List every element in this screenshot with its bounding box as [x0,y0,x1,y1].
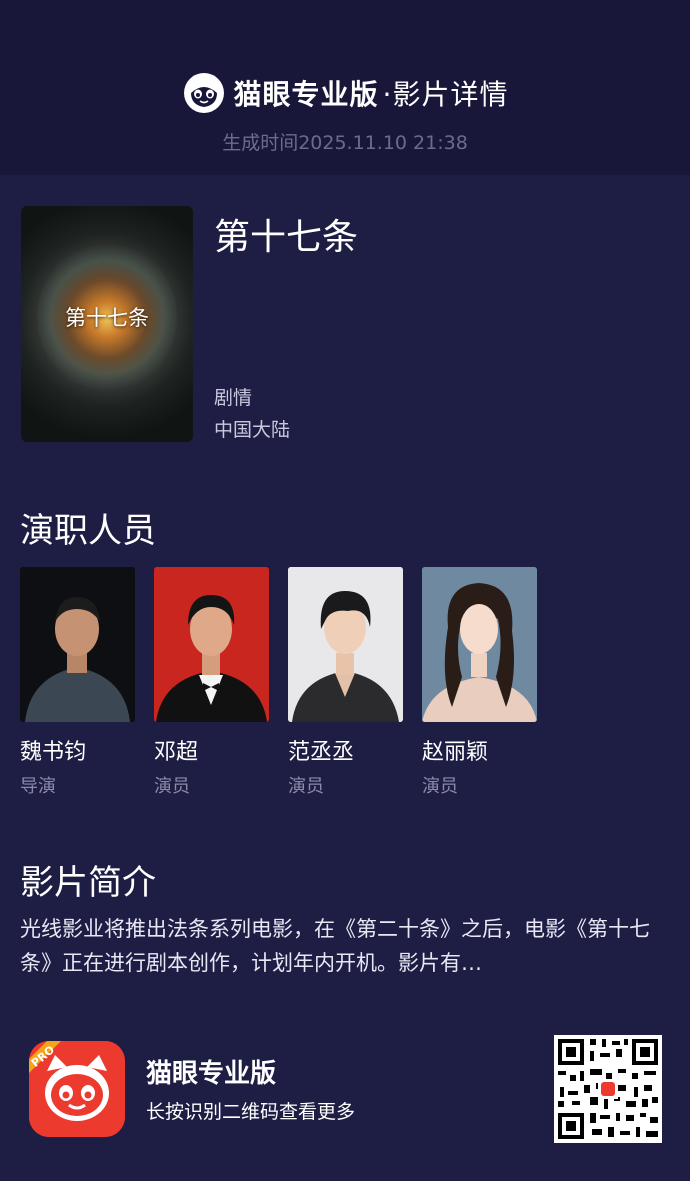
cast-role: 导演 [20,776,56,797]
person-portrait-icon [288,567,403,722]
cast-photo [288,567,403,722]
cast-photo [422,567,537,722]
footer-app-name: 猫眼专业版 [146,1059,277,1089]
movie-detail-page: 猫眼专业版 ·影片详情 生成时间2025.11.10 21:38 第十七条 第十… [0,0,690,1181]
person-portrait-icon [422,567,537,722]
qr-code[interactable] [554,1035,662,1143]
person-portrait-icon [154,567,269,722]
person-portrait-icon [20,567,135,722]
cast-role: 演员 [288,776,324,797]
cast-photo [154,567,269,722]
movie-genre: 剧情 [214,387,253,409]
poster-title: 第十七条 [65,306,149,330]
watermark-strip [500,1158,690,1178]
brand-bar: 猫眼专业版 ·影片详情 [0,70,690,116]
cast-role: 演员 [422,776,458,797]
qr-code-icon [554,1035,662,1143]
cast-role: 演员 [154,776,190,797]
generated-time: 生成时间2025.11.10 21:38 [222,132,468,154]
cast-card-actor-2[interactable]: 范丞丞 演员 [288,567,403,798]
synopsis-text: 光线影业将推出法条系列电影，在《第二十条》之后，电影《第十七条》正在进行剧本创作… [20,917,650,975]
cast-section-title: 演职人员 [20,511,156,551]
cast-name: 范丞丞 [288,740,355,765]
cast-name: 邓超 [154,740,199,765]
maoyan-pro-app-icon: PRO [29,1041,125,1137]
app-name: 猫眼专业版 [233,78,379,111]
cast-name: 魏书钧 [20,740,87,765]
movie-region: 中国大陆 [214,419,291,441]
movie-title: 第十七条 [214,217,359,258]
synopsis-section-title: 影片简介 [20,863,156,903]
footer-hint: 长按识别二维码查看更多 [146,1101,356,1123]
maoyan-cat-logo-icon [183,73,224,113]
cast-card-actor-3[interactable]: 赵丽颖 演员 [422,567,537,798]
cast-card-director[interactable]: 魏书钧 导演 [20,567,135,798]
cast-name: 赵丽颖 [422,740,489,765]
cast-photo [20,567,135,722]
page-title: ·影片详情 [382,78,509,111]
header: 猫眼专业版 ·影片详情 生成时间2025.11.10 21:38 [0,0,690,175]
cast-card-actor-1[interactable]: 邓超 演员 [154,567,269,798]
movie-poster[interactable]: 第十七条 [21,206,193,442]
